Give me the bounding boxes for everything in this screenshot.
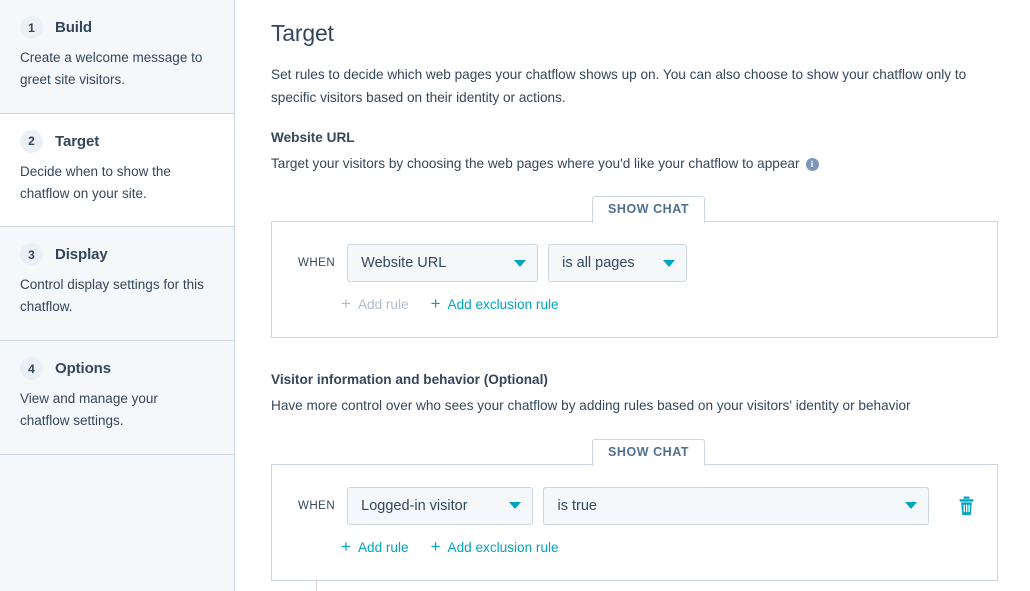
rule-operator-select[interactable]: is true — [543, 486, 929, 525]
sidebar-step-options[interactable]: 4 Options View and manage your chatflow … — [0, 341, 234, 455]
plus-icon: + — [341, 294, 351, 314]
add-exclusion-rule-link[interactable]: + Add exclusion rule — [430, 294, 559, 314]
add-exclusion-rule-label: Add exclusion rule — [447, 297, 559, 313]
delete-rule-button[interactable] — [955, 493, 977, 519]
sidebar-step-placeholder — [0, 454, 234, 541]
rule-actions: + Add rule + Add exclusion rule — [292, 294, 977, 314]
step-title: Target — [55, 132, 100, 150]
visitor-info-rule-card: WHEN Logged-in visitor is true + Add rul… — [271, 464, 998, 581]
step-description: Create a welcome message to greet site v… — [20, 50, 203, 87]
plus-icon: + — [430, 294, 441, 314]
website-url-rule-card: WHEN Website URL is all pages + Add rule — [271, 222, 998, 339]
tab-spacer-left — [271, 439, 592, 465]
rule-operator-select[interactable]: is all pages — [548, 244, 688, 283]
rule-property-value: Website URL — [361, 255, 447, 272]
step-title: Build — [55, 19, 92, 36]
step-header: 1 Build — [20, 16, 214, 39]
section-subtitle-website-url: Target your visitors by choosing the web… — [271, 154, 998, 174]
info-icon[interactable]: i — [805, 158, 819, 172]
tab-show-chat[interactable]: SHOW CHAT — [592, 438, 706, 466]
add-exclusion-rule-label: Add exclusion rule — [447, 539, 559, 555]
rule-operator-value: is all pages — [562, 255, 635, 272]
step-header: 4 Options — [20, 357, 214, 381]
rule-row: WHEN Website URL is all pages — [292, 244, 977, 283]
plus-icon: + — [430, 536, 441, 556]
step-description: Control display settings for this chatfl… — [20, 277, 204, 315]
chevron-down-icon — [663, 259, 676, 267]
step-description: Decide when to show the chatflow on your… — [20, 163, 171, 201]
step-title: Display — [55, 246, 108, 264]
chevron-down-icon — [514, 259, 527, 267]
tab-show-chat[interactable]: SHOW CHAT — [592, 196, 706, 224]
page-title: Target — [271, 20, 334, 46]
when-label: WHEN — [298, 499, 336, 512]
step-header: 2 Target — [20, 129, 214, 153]
section-title-visitor-info: Visitor information and behavior (Option… — [271, 372, 548, 388]
tab-spacer-right — [705, 439, 998, 465]
section-subtitle-text: Have more control over who sees your cha… — [271, 398, 911, 414]
chatflow-editor: 1 Build Create a welcome message to gree… — [0, 0, 1030, 591]
step-number-badge: 4 — [20, 357, 43, 381]
card-tab-row: SHOW CHAT — [271, 196, 998, 224]
step-number-badge: 3 — [20, 243, 43, 267]
add-exclusion-rule-link[interactable]: + Add exclusion rule — [430, 536, 559, 556]
sidebar-step-build[interactable]: 1 Build Create a welcome message to gree… — [0, 0, 234, 114]
section-title-website-url: Website URL — [271, 129, 355, 145]
chevron-down-icon — [905, 502, 917, 510]
add-rule-link[interactable]: + Add rule — [341, 294, 409, 314]
chevron-down-icon — [509, 502, 522, 510]
section-subtitle-text: Target your visitors by choosing the web… — [271, 155, 800, 171]
step-description: View and manage your chatflow settings. — [20, 391, 158, 429]
page-intro: Set rules to decide which web pages your… — [271, 67, 967, 106]
rule-actions: + Add rule + Add exclusion rule — [292, 536, 977, 556]
step-header: 3 Display — [20, 243, 214, 267]
rule-operator-value: is true — [557, 497, 597, 514]
step-number-badge: 1 — [20, 16, 43, 39]
step-title: Options — [55, 360, 111, 378]
step-number-badge: 2 — [20, 129, 43, 153]
card-tab-row: SHOW CHAT — [271, 438, 998, 466]
tab-spacer-left — [271, 196, 592, 223]
add-rule-label: Add rule — [357, 539, 409, 555]
visitor-info-rule-card-wrap: SHOW CHAT WHEN Logged-in visitor is true — [271, 438, 998, 581]
tab-spacer-right — [705, 196, 998, 223]
add-rule-label: Add rule — [357, 297, 409, 313]
section-subtitle-visitor-info: Have more control over who sees your cha… — [271, 396, 998, 416]
rule-property-value: Logged-in visitor — [361, 497, 468, 514]
steps-sidebar: 1 Build Create a welcome message to gree… — [0, 0, 235, 591]
target-panel: Target Set rules to decide which web pag… — [235, 0, 1030, 591]
add-rule-link[interactable]: + Add rule — [341, 536, 409, 556]
sidebar-step-target[interactable]: 2 Target Decide when to show the chatflo… — [0, 113, 234, 228]
rule-property-select[interactable]: Logged-in visitor — [347, 486, 534, 525]
when-label: WHEN — [298, 257, 336, 270]
rule-row: WHEN Logged-in visitor is true — [292, 486, 977, 525]
rule-property-select[interactable]: Website URL — [347, 244, 539, 283]
website-url-rule-card-wrap: SHOW CHAT WHEN Website URL is all pages — [271, 196, 998, 339]
trash-icon — [959, 496, 973, 515]
sidebar-step-display[interactable]: 3 Display Control display settings for t… — [0, 227, 234, 342]
plus-icon: + — [341, 536, 351, 556]
